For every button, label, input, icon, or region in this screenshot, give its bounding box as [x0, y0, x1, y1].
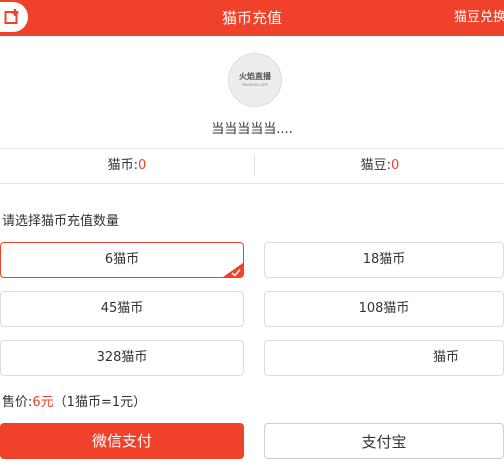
avatar-logo-subtext: Huomao.com	[241, 82, 269, 87]
alipay-button[interactable]: 支付宝	[264, 423, 504, 459]
option-label: 108猫币	[358, 301, 410, 316]
option-label: 猫币	[432, 350, 459, 365]
bean-balance-value: 0	[391, 158, 400, 173]
top-bar: 猫币充值 猫豆兑换	[0, 0, 504, 36]
balance-row: 猫币:0 猫豆:0	[0, 148, 504, 184]
recharge-prompt: 请选择猫币充值数量	[2, 214, 120, 229]
avatar-logo-text: 火焰直播	[239, 71, 271, 81]
option-18-coins[interactable]: 18猫币	[264, 242, 504, 278]
price-rate: （1猫币=1元）	[53, 395, 147, 410]
option-108-coins[interactable]: 108猫币	[264, 291, 504, 327]
option-custom-coins[interactable]: 猫币	[264, 340, 504, 376]
bean-balance-label: 猫豆:	[360, 158, 392, 173]
option-label: 6猫币	[104, 252, 140, 267]
price-line: 售价:6元（1猫币=1元）	[2, 391, 146, 410]
avatar: 火焰直播 Huomao.com	[228, 53, 282, 107]
option-label: 45猫币	[100, 301, 144, 316]
bean-balance: 猫豆:0	[256, 149, 504, 183]
selected-check-icon	[223, 263, 243, 277]
page-title: 猫币充值	[221, 9, 282, 27]
option-label: 328猫币	[96, 350, 148, 365]
wechat-pay-button[interactable]: 微信支付	[0, 423, 244, 459]
option-6-coins[interactable]: 6猫币	[0, 242, 244, 278]
coin-balance: 猫币:0	[0, 149, 254, 183]
price-prefix: 售价:	[2, 395, 33, 410]
username: 当当当当当....	[211, 122, 293, 137]
price-amount: 6元	[32, 395, 54, 410]
balance-divider	[254, 156, 255, 176]
coin-balance-value: 0	[138, 158, 147, 173]
option-328-coins[interactable]: 328猫币	[0, 340, 244, 376]
bean-exchange-link[interactable]: 猫豆兑换	[454, 0, 504, 36]
recharge-screen: 猫币充值 猫豆兑换 火焰直播 Huomao.com 当当当当当.... 猫币:0…	[0, 0, 504, 466]
option-45-coins[interactable]: 45猫币	[0, 291, 244, 327]
option-label: 18猫币	[362, 252, 406, 267]
coin-balance-label: 猫币:	[107, 158, 139, 173]
